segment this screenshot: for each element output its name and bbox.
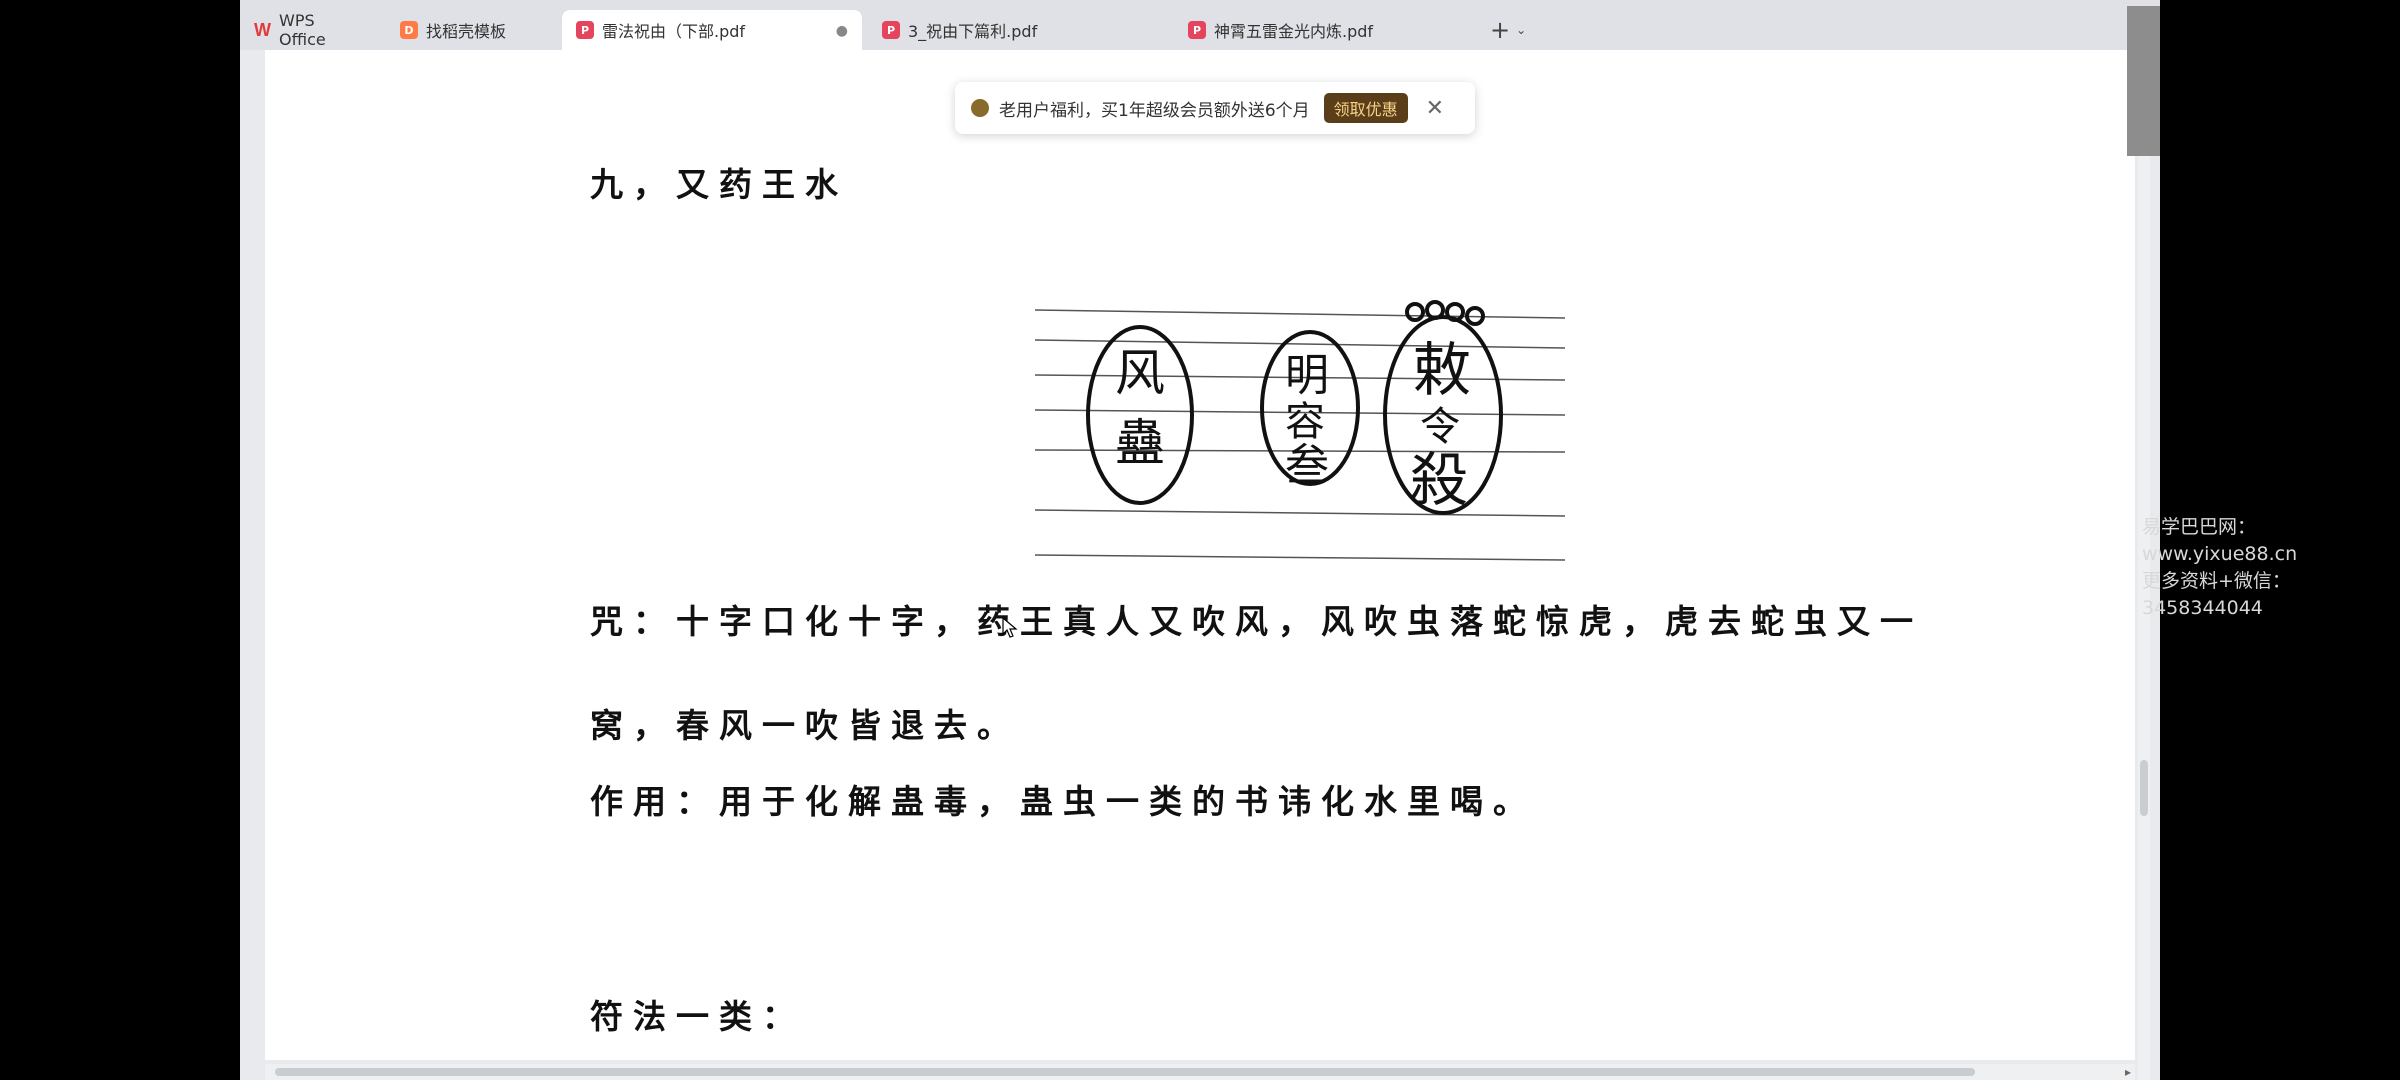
promo-text: 老用户福利，买1年超级会员额外送6个月 xyxy=(999,100,1310,121)
promo-banner: 老用户福利，买1年超级会员额外送6个月 领取优惠 ✕ xyxy=(955,82,1475,134)
talisman-image: 风 蠱 明 容 叁 敕 令 殺 xyxy=(1035,300,1565,561)
tab-bar: W WPS Office D 找稻壳模板 P 雷法祝由（下部.pdf ● P 3… xyxy=(240,0,2160,50)
watermark: 易学巴巴网：www.yixue88.cn 更多资料+微信：3458344044 xyxy=(2142,514,2400,622)
usage-text: 作用：用于化解蛊毒，蛊虫一类的书讳化水里喝。 xyxy=(590,782,1536,821)
section-heading: 九，又药王水 xyxy=(590,165,848,204)
claim-offer-button[interactable]: 领取优惠 xyxy=(1323,93,1408,123)
tab-pdf-2[interactable]: P 3_祝由下篇利.pdf xyxy=(868,10,1168,50)
chevron-down-icon[interactable]: ⌄ xyxy=(1516,23,1526,37)
talisman-char: 叁 xyxy=(1285,440,1329,491)
tab-pdf-3[interactable]: P 神霄五雷金光内炼.pdf xyxy=(1174,10,1474,50)
scrollbar-thumb[interactable] xyxy=(275,1068,1975,1076)
tab-label: 找稻壳模板 xyxy=(426,22,507,41)
close-tab-icon[interactable]: ● xyxy=(836,23,848,39)
tab-label: 雷法祝由（下部.pdf xyxy=(602,22,746,41)
watermark-line: 更多资料+微信：3458344044 xyxy=(2142,570,2291,619)
talisman-char: 蠱 xyxy=(1115,414,1165,472)
vip-badge-icon xyxy=(971,99,989,117)
talisman-char: 令 xyxy=(1420,404,1460,450)
scrollbar-thumb[interactable] xyxy=(2140,760,2148,816)
new-tab-button[interactable]: + ⌄ xyxy=(1480,10,1536,50)
talisman-char: 风 xyxy=(1115,344,1165,402)
pdf-icon: P xyxy=(882,21,900,39)
plus-icon: + xyxy=(1490,16,1511,44)
talisman-char: 容 xyxy=(1285,399,1325,445)
talisman-char: 殺 xyxy=(1410,446,1468,514)
document-viewport[interactable]: 九，又药王水 风 蠱 明 容 叁 敕 令 殺 咒：十字口化十字，药王真人又吹风，… xyxy=(240,50,2160,1080)
talisman-char: 明 xyxy=(1285,350,1329,401)
pdf-icon: P xyxy=(1188,21,1206,39)
mantra-text: 咒：十字口化十字，药王真人又吹风，风吹虫落蛇惊虎，虎去蛇虫又一窝，春风一吹皆退去… xyxy=(590,602,1923,745)
close-icon[interactable]: ✕ xyxy=(1426,96,1444,121)
tab-active-pdf[interactable]: P 雷法祝由（下部.pdf ● xyxy=(562,10,862,50)
watermark-line: 易学巴巴网：www.yixue88.cn xyxy=(2142,516,2298,565)
tab-label: 神霄五雷金光内炼.pdf xyxy=(1214,22,1374,41)
camera-overlay xyxy=(2127,6,2160,156)
mouse-cursor-icon xyxy=(1002,617,1018,638)
tab-template[interactable]: D 找稻壳模板 xyxy=(386,10,556,50)
category-heading: 符法一类： xyxy=(590,997,805,1036)
pdf-icon: P xyxy=(576,21,594,39)
talisman-char: 敕 xyxy=(1413,336,1471,404)
tab-label: WPS Office xyxy=(279,11,326,49)
tab-label: 3_祝由下篇利.pdf xyxy=(908,22,1038,41)
scroll-right-icon[interactable]: ▸ xyxy=(2125,1065,2131,1079)
wps-logo-icon: W xyxy=(254,19,271,40)
horizontal-scrollbar[interactable]: ▸ xyxy=(265,1064,2135,1080)
tab-wps-office[interactable]: W WPS Office xyxy=(240,10,380,50)
pdf-page: 九，又药王水 风 蠱 明 容 叁 敕 令 殺 咒：十字口化十字，药王真人又吹风，… xyxy=(265,50,2135,1060)
template-icon: D xyxy=(400,21,418,39)
wps-window: W WPS Office D 找稻壳模板 P 雷法祝由（下部.pdf ● P 3… xyxy=(240,0,2160,1080)
